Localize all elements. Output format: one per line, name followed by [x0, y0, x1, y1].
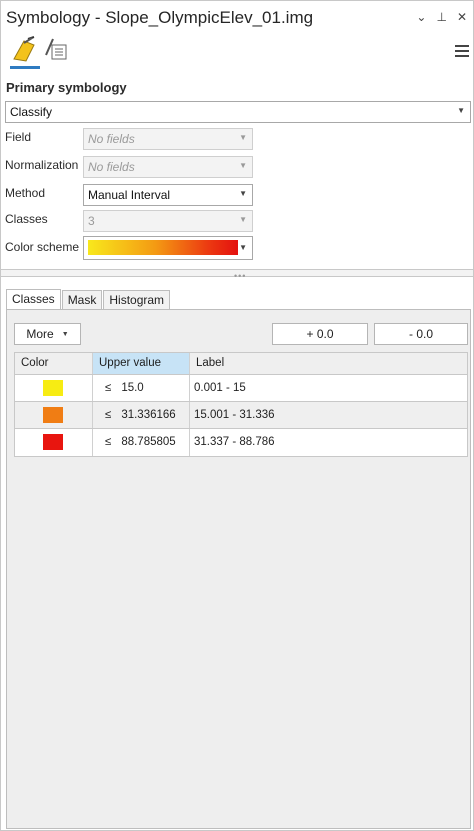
field-value: No fields	[88, 132, 135, 146]
remove-decimal-button[interactable]: - 0.0	[374, 323, 468, 345]
pane-title: Symbology - Slope_OlympicElev_01.img	[6, 8, 314, 27]
chevron-down-icon: ▼	[239, 215, 247, 224]
active-tab-indicator	[10, 66, 40, 69]
more-button-label: More	[26, 327, 54, 341]
chevron-down-icon: ▼	[239, 133, 247, 142]
upper-value: 88.785805	[121, 436, 176, 448]
upper-value: 15.0	[121, 382, 144, 394]
tab-mask[interactable]: Mask	[61, 290, 103, 309]
lte-symbol: ≤	[105, 436, 112, 448]
title-bar: Symbology - Slope_OlympicElev_01.img ⌄ ⊥…	[1, 1, 473, 35]
normalization-value: No fields	[88, 160, 135, 174]
normalization-select: No fields ▼	[83, 156, 253, 178]
chevron-down-icon: ▼	[61, 331, 69, 338]
close-icon[interactable]: ✕	[457, 10, 467, 24]
more-button[interactable]: More ▼	[14, 323, 81, 345]
field-label: Field	[5, 130, 32, 144]
classes-grid: Color Upper value Label ≤15.0 0.001 - 15…	[14, 352, 468, 457]
color-chip[interactable]	[43, 434, 63, 450]
primary-symbology-icon[interactable]	[10, 35, 40, 65]
classes-tab-panel: More ▼ + 0.0 - 0.0 Color Upper value Labe…	[6, 309, 471, 829]
label-cell[interactable]: 0.001 - 15	[190, 375, 467, 401]
upper-value-cell[interactable]: ≤15.0	[93, 375, 190, 401]
chevron-down-icon: ▼	[239, 189, 247, 198]
toolbar	[1, 35, 473, 71]
label-cell[interactable]: 15.001 - 31.336	[190, 402, 467, 428]
column-header-upper-value[interactable]: Upper value	[93, 353, 190, 374]
field-select: No fields ▼	[83, 128, 253, 150]
classes-label: Classes	[5, 212, 48, 226]
renderer-value: Classify	[10, 105, 53, 119]
method-select[interactable]: Manual Interval ▼	[83, 184, 253, 206]
lte-symbol: ≤	[105, 382, 112, 394]
color-cell[interactable]	[15, 429, 93, 456]
classes-select: 3 ▼	[83, 210, 253, 232]
upper-value-cell[interactable]: ≤31.336166	[93, 402, 190, 428]
classes-value: 3	[88, 214, 95, 228]
grid-header: Color Upper value Label	[15, 353, 467, 375]
label-cell[interactable]: 31.337 - 88.786	[190, 429, 467, 456]
secondary-symbology-icon[interactable]	[41, 35, 71, 65]
renderer-select[interactable]: Classify ▼	[5, 101, 471, 123]
symbology-pane: Symbology - Slope_OlympicElev_01.img ⌄ ⊥…	[0, 0, 474, 831]
pin-icon[interactable]: ⊥	[436, 10, 446, 24]
options-dropdown-icon[interactable]: ⌄	[416, 10, 426, 24]
tab-strip: Classes Mask Histogram	[6, 289, 171, 310]
color-scheme-select[interactable]: ▼	[83, 236, 253, 260]
panel-splitter[interactable]: •••	[1, 269, 473, 281]
table-row[interactable]: ≤88.785805 31.337 - 88.786	[15, 429, 467, 456]
color-chip[interactable]	[43, 407, 63, 423]
tab-classes[interactable]: Classes	[6, 289, 61, 310]
window-controls: ⌄ ⊥ ✕	[416, 10, 467, 24]
column-header-color[interactable]: Color	[15, 353, 93, 374]
upper-value: 31.336166	[121, 409, 176, 421]
chevron-down-icon: ▼	[457, 106, 465, 115]
method-value: Manual Interval	[88, 188, 171, 202]
chevron-down-icon: ▼	[239, 161, 247, 170]
tab-histogram[interactable]: Histogram	[103, 290, 171, 309]
upper-value-cell[interactable]: ≤88.785805	[93, 429, 190, 456]
column-header-label[interactable]: Label	[190, 353, 467, 374]
color-cell[interactable]	[15, 375, 93, 401]
grip-icon: •••	[234, 271, 247, 281]
hamburger-menu-icon[interactable]	[455, 45, 469, 57]
primary-symbology-heading: Primary symbology	[6, 80, 127, 95]
color-chip[interactable]	[43, 380, 63, 396]
color-cell[interactable]	[15, 402, 93, 428]
color-scheme-ramp	[88, 240, 238, 255]
chevron-down-icon: ▼	[239, 243, 247, 252]
add-decimal-button[interactable]: + 0.0	[272, 323, 368, 345]
normalization-label: Normalization	[5, 158, 79, 172]
lte-symbol: ≤	[105, 409, 112, 421]
method-label: Method	[5, 186, 46, 200]
table-row[interactable]: ≤15.0 0.001 - 15	[15, 375, 467, 402]
color-scheme-label: Color scheme	[5, 240, 80, 254]
table-row[interactable]: ≤31.336166 15.001 - 31.336	[15, 402, 467, 429]
